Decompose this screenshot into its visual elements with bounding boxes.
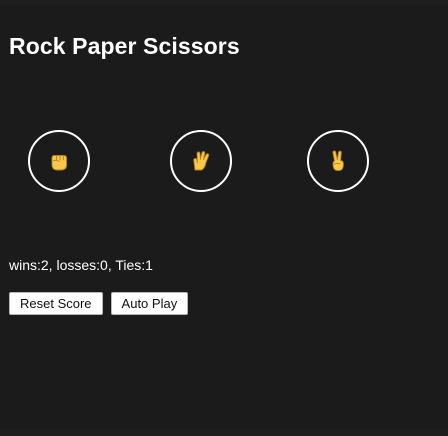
page-title: Rock Paper Scissors xyxy=(9,33,240,59)
bottom-bar xyxy=(0,429,448,436)
reset-score-button[interactable]: Reset Score xyxy=(9,292,103,315)
top-bar xyxy=(0,0,448,6)
paper-button[interactable] xyxy=(170,130,232,192)
move-buttons xyxy=(0,0,448,436)
rock-button[interactable] xyxy=(28,130,90,192)
controls: Reset Score Auto Play xyxy=(9,292,189,315)
score-text: wins:2, losses:0, Ties:1 xyxy=(9,257,153,273)
fist-icon xyxy=(47,149,71,173)
victory-hand-icon xyxy=(326,149,350,173)
auto-play-button[interactable]: Auto Play xyxy=(110,292,189,315)
open-hand-icon xyxy=(189,149,213,173)
scissors-button[interactable] xyxy=(307,130,369,192)
game-page: Rock Paper Scissors wins:2, losses:0, Ti… xyxy=(0,0,448,436)
